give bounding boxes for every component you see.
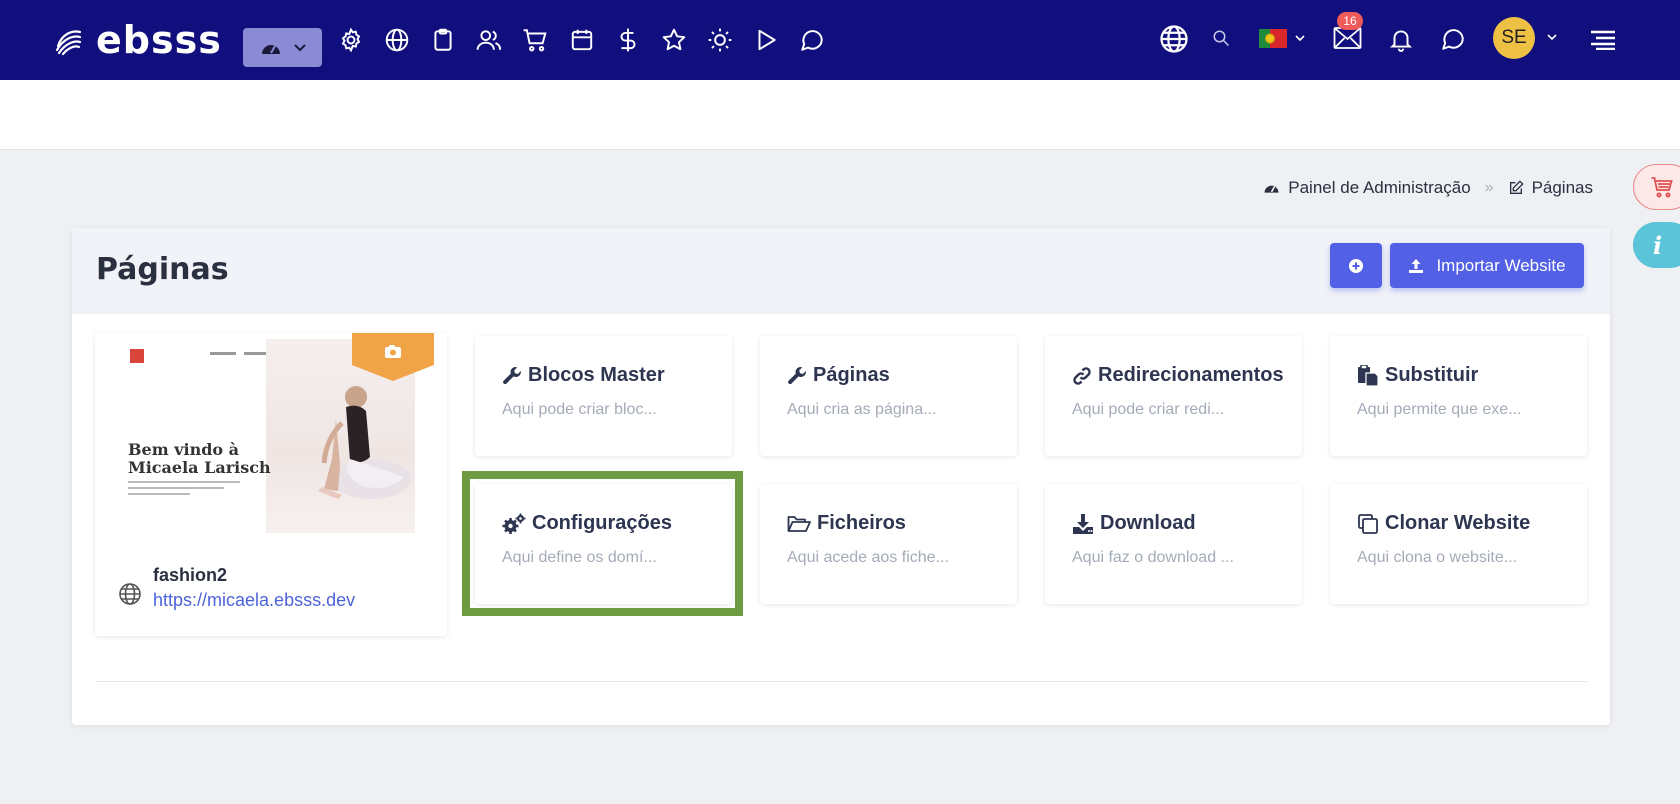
thumbnail-heading: Bem vindo à Micaela Larisch [128, 440, 271, 477]
tile-ficheiros[interactable]: Ficheiros Aqui acede aos fiche... [760, 484, 1017, 604]
tile-title: Redirecionamentos [1098, 364, 1284, 386]
floating-cart-button[interactable] [1633, 164, 1680, 210]
tile-description: Aqui acede aos fiche... [787, 549, 949, 566]
settings-icon[interactable] [337, 26, 365, 54]
mail-count-badge: 16 [1337, 12, 1363, 30]
download-icon [1073, 513, 1093, 534]
bell-icon[interactable] [1388, 26, 1414, 52]
chevron-down-icon[interactable] [1547, 34, 1557, 41]
info-icon: i [1653, 230, 1663, 260]
flag-portugal-icon [1259, 29, 1287, 48]
breadcrumb-home-link[interactable]: Painel de Administração [1288, 178, 1470, 198]
folder-open-icon [787, 515, 811, 532]
tile-blocos-master[interactable]: Blocos Master Aqui pode criar bloc... [475, 336, 732, 456]
logo-icon [55, 30, 82, 56]
card-header: Páginas Importar Website [72, 228, 1610, 314]
users-icon[interactable] [475, 26, 503, 54]
website-url-link[interactable]: https://micaela.ebsss.dev [153, 590, 355, 611]
user-avatar[interactable]: SE [1493, 17, 1535, 59]
tile-description: Aqui faz o download ... [1072, 549, 1234, 566]
floating-info-button[interactable]: i [1633, 222, 1680, 268]
globe-icon[interactable] [383, 26, 411, 54]
breadcrumb-separator: » [1484, 179, 1494, 196]
star-icon[interactable] [660, 26, 688, 54]
breadcrumb: Painel de Administração » Páginas [1263, 178, 1593, 198]
globe-icon [119, 583, 141, 605]
page-title: Páginas [96, 252, 229, 287]
website-preview-card[interactable]: Bem vindo à Micaela Larisch fashion2 htt… [95, 333, 447, 636]
calendar-icon[interactable] [568, 26, 596, 54]
chevron-down-icon [1295, 35, 1305, 42]
messages-icon[interactable] [1440, 26, 1466, 52]
breadcrumb-current: Páginas [1531, 178, 1593, 197]
tile-title: Ficheiros [817, 512, 906, 534]
wrench-icon [788, 366, 806, 384]
clipboard-icon[interactable] [429, 26, 457, 54]
dashboard-dropdown-button[interactable] [243, 28, 322, 67]
chat-icon[interactable] [798, 26, 826, 54]
tile-title: Substituir [1385, 364, 1479, 386]
menu-icon[interactable] [1590, 30, 1616, 50]
pages-card: Páginas Importar Website Bem vindo à Mic… [72, 228, 1610, 725]
tile-description: Aqui permite que exe... [1357, 401, 1522, 418]
sun-icon[interactable] [706, 26, 734, 54]
plus-circle-icon [1349, 258, 1363, 273]
tile-clonar-website[interactable]: Clonar Website Aqui clona o website... [1330, 484, 1587, 604]
cart-icon[interactable] [521, 26, 549, 54]
copy-icon [1358, 513, 1378, 534]
tile-description: Aqui pode criar redi... [1072, 401, 1225, 418]
edit-icon [1509, 180, 1524, 194]
screenshot-camera-tag[interactable] [352, 333, 434, 381]
website-name: fashion2 [153, 565, 228, 585]
thumbnail-text-lines [128, 481, 240, 499]
tile-title: Clonar Website [1385, 512, 1531, 534]
brand-name: ebsss [96, 18, 222, 62]
search-icon[interactable] [1212, 29, 1230, 47]
import-website-label: Importar Website [1436, 255, 1566, 275]
play-icon[interactable] [752, 26, 780, 54]
dollar-icon[interactable] [614, 26, 642, 54]
card-divider [95, 681, 1587, 682]
upload-icon [1409, 258, 1424, 273]
tile-download[interactable]: Download Aqui faz o download ... [1045, 484, 1302, 604]
tile-redirecionamentos[interactable]: Redirecionamentos Aqui pode criar redi..… [1045, 336, 1302, 456]
chevron-down-icon [293, 43, 306, 51]
import-website-button[interactable]: Importar Website [1390, 243, 1584, 288]
tile-paginas[interactable]: Páginas Aqui cria as página... [760, 336, 1017, 456]
tile-substituir[interactable]: Substituir Aqui permite que exe... [1330, 336, 1587, 456]
tile-description: Aqui clona o website... [1357, 549, 1518, 566]
language-globe-icon[interactable] [1159, 24, 1189, 54]
wrench-icon [503, 366, 521, 384]
paste-icon [1358, 364, 1379, 387]
sub-header-bar [0, 80, 1680, 150]
tile-title: Páginas [813, 364, 890, 386]
link-icon [1073, 366, 1091, 385]
thumbnail-logo [130, 349, 144, 363]
dashboard-icon [1264, 185, 1279, 193]
language-selector[interactable] [1259, 29, 1305, 48]
highlight-frame [462, 471, 743, 616]
add-page-button[interactable] [1330, 243, 1382, 288]
tile-title: Download [1100, 512, 1196, 534]
brand-logo[interactable]: ebsss [52, 18, 222, 62]
tile-title: Blocos Master [528, 364, 665, 386]
top-navbar: ebsss 16 SE [0, 0, 1680, 80]
dashboard-icon [261, 44, 280, 54]
tile-description: Aqui pode criar bloc... [502, 401, 657, 418]
cart-icon [1651, 177, 1673, 198]
tile-description: Aqui cria as página... [787, 401, 937, 418]
